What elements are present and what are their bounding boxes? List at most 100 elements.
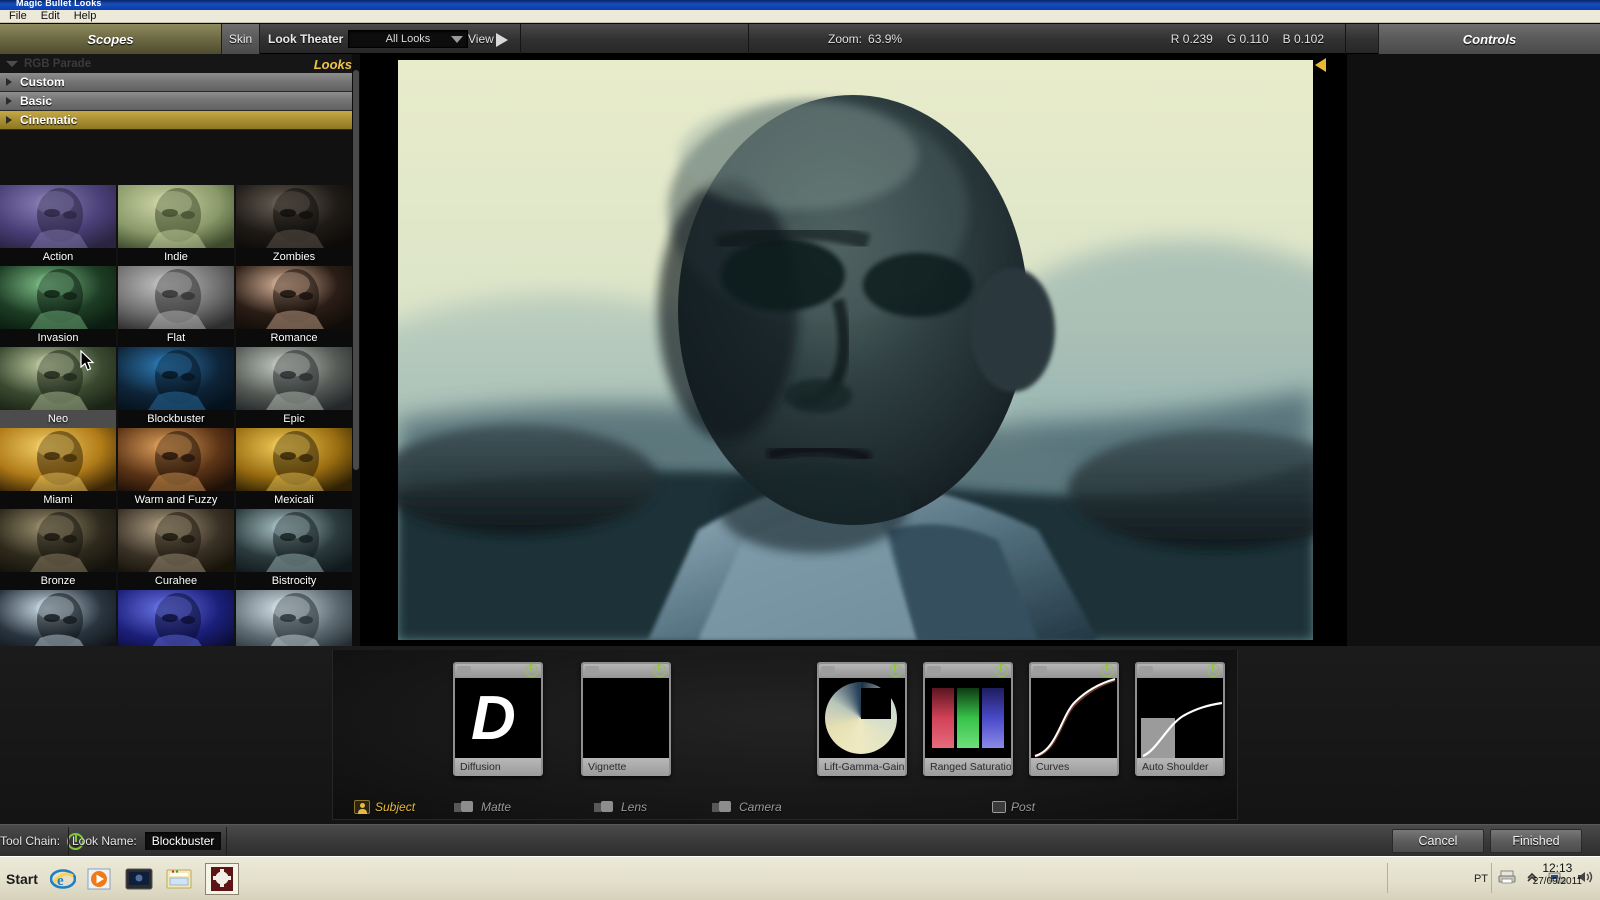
power-icon[interactable]	[525, 663, 538, 677]
tray-language-label[interactable]: PT	[1474, 873, 1488, 885]
menu-item-file[interactable]: File	[2, 10, 34, 23]
look-thumbnail[interactable]: Romance	[236, 266, 352, 347]
looks-scrollbar-thumb[interactable]	[353, 70, 359, 470]
power-icon[interactable]	[889, 663, 902, 677]
look-thumbnail-label: Epic	[236, 410, 352, 428]
status-divider-1	[68, 827, 69, 855]
look-thumbnail[interactable]: Invasion	[0, 266, 116, 347]
look-thumbnail[interactable]: Mexicali	[236, 428, 352, 509]
tab-skin[interactable]: Skin	[222, 24, 260, 54]
category-cinematic[interactable]: Cinematic	[0, 111, 352, 130]
tab-scopes-label: Scopes	[87, 31, 134, 47]
tool-group-camera[interactable]: Camera	[712, 796, 782, 818]
start-button[interactable]: Start	[0, 861, 50, 897]
tab-controls[interactable]: Controls	[1378, 24, 1600, 54]
category-label: Custom	[20, 75, 65, 89]
taskbar-clock[interactable]: 12:13 27/09/2011	[1533, 862, 1582, 888]
look-name-group: Look Name: Blockbuster	[72, 825, 222, 857]
cancel-button[interactable]: Cancel	[1392, 829, 1484, 853]
tool-group-post[interactable]: Post	[992, 796, 1035, 818]
look-thumbnail[interactable]: Miami	[0, 428, 116, 509]
look-thumbnail[interactable]: Blockbuster	[118, 347, 234, 428]
zoom-value: 63.9%	[868, 32, 903, 46]
look-thumbnail[interactable]: Bistrocity	[236, 509, 352, 590]
drag-handle-icon[interactable]	[1139, 666, 1153, 676]
power-icon[interactable]	[1207, 663, 1220, 677]
tab-scopes[interactable]: Scopes	[0, 24, 222, 54]
look-thumbnail[interactable]: Zombies	[236, 185, 352, 266]
tool-module-curves[interactable]: Curves	[1029, 662, 1119, 776]
look-thumbnail-image	[0, 266, 116, 329]
quicklaunch-video-app-icon[interactable]	[122, 863, 156, 895]
tool-module-vignette[interactable]: Vignette	[581, 662, 671, 776]
tool-module-header[interactable]	[1031, 663, 1117, 678]
printer-icon[interactable]	[1498, 869, 1516, 890]
look-thumbnail[interactable]: Curahee	[118, 509, 234, 590]
tool-module-diffusion[interactable]: D Diffusion	[453, 662, 543, 776]
tool-module-header[interactable]	[1137, 663, 1223, 678]
look-thumbnail-image	[118, 509, 234, 572]
drag-handle-icon[interactable]	[585, 666, 599, 676]
drag-handle-icon[interactable]	[821, 666, 835, 676]
tool-module-label: Vignette	[583, 758, 669, 776]
tool-module-label: Lift-Gamma-Gain	[819, 758, 905, 776]
category-label: Cinematic	[20, 113, 78, 127]
look-thumbnail[interactable]: Flat	[118, 266, 234, 347]
preview-image	[398, 60, 1313, 640]
tool-module-header[interactable]	[583, 663, 669, 678]
look-name-value[interactable]: Blockbuster	[144, 832, 222, 850]
looks-scrollbar[interactable]	[352, 54, 360, 646]
tool-module-header[interactable]	[925, 663, 1011, 678]
menu-item-help[interactable]: Help	[67, 10, 104, 23]
quicklaunch-internet-explorer-icon[interactable]: e	[46, 863, 80, 895]
tray-divider-1	[1387, 863, 1388, 893]
tool-module-header[interactable]	[455, 663, 541, 678]
tool-module-lift-gamma-gain[interactable]: Lift-Gamma-Gain	[817, 662, 907, 776]
quicklaunch-media-player-icon[interactable]	[82, 863, 116, 895]
preview-viewport[interactable]	[360, 54, 1346, 646]
tool-group-lens[interactable]: Lens	[594, 796, 647, 818]
quicklaunch-magic-bullet-icon[interactable]	[205, 863, 239, 895]
os-menu-bar: File Edit Help	[0, 10, 1600, 23]
clock-date: 27/09/2011	[1532, 876, 1582, 887]
finished-button[interactable]: Finished	[1490, 829, 1582, 853]
vignette-gradient-icon	[583, 678, 669, 758]
drag-handle-icon[interactable]	[1033, 666, 1047, 676]
look-thumbnail[interactable]: Action	[0, 185, 116, 266]
tool-module-header[interactable]	[819, 663, 905, 678]
drag-handle-icon[interactable]	[457, 666, 471, 676]
menu-item-edit[interactable]: Edit	[34, 10, 67, 23]
clapper-icon	[712, 800, 734, 814]
status-bar: Tool Chain: Look Name: Blockbuster Cance…	[0, 824, 1600, 856]
tool-group-subject[interactable]: Subject	[354, 796, 415, 818]
look-thumbnail-label: Flat	[118, 329, 234, 347]
power-icon[interactable]	[995, 663, 1008, 677]
look-thumbnail-label: Neo	[0, 410, 116, 428]
rgb-readout: R 0.239 G 0.110 B 0.102	[1171, 24, 1324, 54]
look-thumbnail[interactable]: Indie	[118, 185, 234, 266]
tab-controls-label: Controls	[1462, 31, 1517, 47]
looks-row: Miami Warm and Fuzzy Mexicali	[0, 428, 352, 509]
category-basic[interactable]: Basic	[0, 92, 352, 111]
category-custom[interactable]: Custom	[0, 73, 352, 92]
look-thumbnail[interactable]: Epic	[236, 347, 352, 428]
play-icon[interactable]	[496, 33, 508, 47]
preview-marker-icon[interactable]	[1315, 58, 1326, 72]
zoom-readout: Zoom: 63.9%	[828, 24, 902, 54]
tool-group-matte[interactable]: Matte	[454, 796, 511, 818]
looks-row: Neo Blockbuster Epic	[0, 347, 352, 428]
scope-selector-label: RGB Parade	[24, 57, 92, 70]
tool-module-ranged-saturation[interactable]: Ranged Saturation	[923, 662, 1013, 776]
curve-icon	[1031, 678, 1117, 758]
look-filter-dropdown[interactable]: All Looks	[348, 30, 468, 48]
look-thumbnail[interactable]: Warm and Fuzzy	[118, 428, 234, 509]
look-thumbnail[interactable]: Bronze	[0, 509, 116, 590]
quicklaunch-folder-icon[interactable]	[162, 863, 196, 895]
drag-handle-icon[interactable]	[927, 666, 941, 676]
tool-module-label: Auto Shoulder	[1137, 758, 1223, 776]
power-icon[interactable]	[1101, 663, 1114, 677]
tool-module-auto-shoulder[interactable]: Auto Shoulder	[1135, 662, 1225, 776]
look-thumbnail[interactable]: Neo	[0, 347, 116, 428]
look-thumbnail-image	[0, 185, 116, 248]
power-icon[interactable]	[653, 663, 666, 677]
